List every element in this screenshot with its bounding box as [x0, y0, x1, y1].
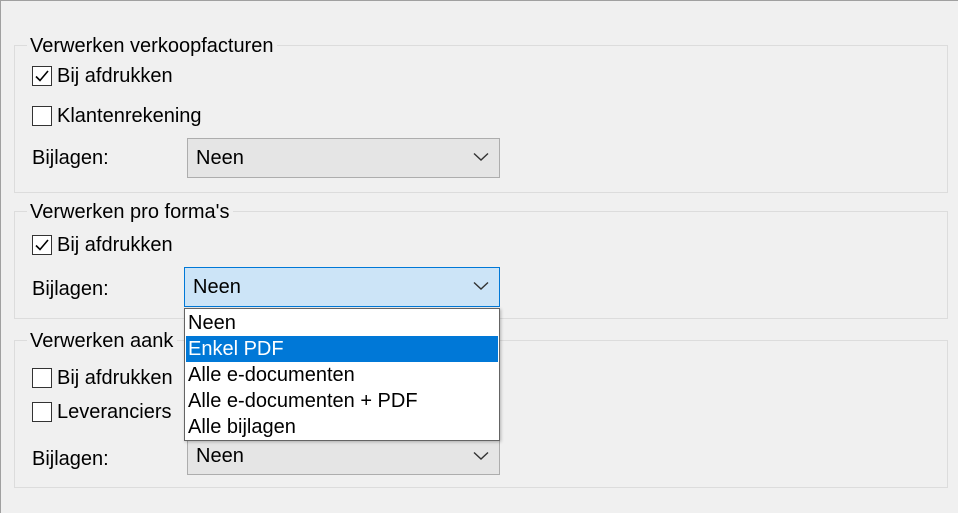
checkbox-box[interactable] — [32, 402, 52, 422]
checkbox-label: Bij afdrukken — [57, 366, 173, 389]
chevron-down-icon — [473, 281, 489, 290]
sales-attachments-select[interactable]: Neen — [187, 138, 500, 178]
checkmark-icon — [35, 70, 49, 82]
select-value: Neen — [196, 147, 244, 169]
checkbox-box[interactable] — [32, 235, 52, 255]
checkbox-label: Bij afdrukken — [57, 64, 173, 87]
proforma-attachments-label: Bijlagen: — [32, 278, 109, 300]
chevron-down-icon — [473, 152, 489, 161]
group-proforma-legend: Verwerken pro forma's — [27, 199, 234, 225]
purchase-attachments-label: Bijlagen: — [32, 448, 109, 470]
checkmark-icon — [35, 239, 49, 251]
checkbox-label: Klantenrekening — [57, 104, 202, 127]
proforma-print-checkbox[interactable]: Bij afdrukken — [32, 232, 173, 258]
purchase-attachments-select[interactable]: Neen — [187, 439, 500, 475]
checkbox-label: Leveranciers — [57, 400, 172, 423]
sales-attachments-label: Bijlagen: — [32, 147, 109, 169]
checkbox-label: Bij afdrukken — [57, 233, 173, 256]
attachments-dropdown-list[interactable]: Neen Enkel PDF Alle e-documenten Alle e-… — [184, 308, 500, 441]
checkbox-box[interactable] — [32, 66, 52, 86]
dropdown-option-alle-e-documenten-pdf[interactable]: Alle e-documenten + PDF — [186, 388, 498, 414]
group-purchase-legend: Verwerken aank — [27, 328, 178, 354]
select-value: Neen — [193, 276, 241, 298]
purchase-print-checkbox[interactable]: Bij afdrukken — [32, 365, 173, 391]
group-sales-legend: Verwerken verkoopfacturen — [27, 33, 278, 59]
chevron-down-icon — [473, 451, 489, 460]
dropdown-option-enkel-pdf[interactable]: Enkel PDF — [186, 336, 498, 362]
dropdown-option-alle-e-documenten[interactable]: Alle e-documenten — [186, 362, 498, 388]
sales-print-checkbox[interactable]: Bij afdrukken — [32, 63, 173, 89]
dropdown-option-neen[interactable]: Neen — [186, 310, 498, 336]
purchase-supplier-checkbox[interactable]: Leveranciers — [32, 399, 172, 425]
sales-customer-account-checkbox[interactable]: Klantenrekening — [32, 103, 202, 129]
select-value: Neen — [196, 445, 244, 467]
dropdown-option-alle-bijlagen[interactable]: Alle bijlagen — [186, 414, 498, 440]
proforma-attachments-select[interactable]: Neen — [184, 267, 500, 307]
checkbox-box[interactable] — [32, 106, 52, 126]
checkbox-box[interactable] — [32, 368, 52, 388]
